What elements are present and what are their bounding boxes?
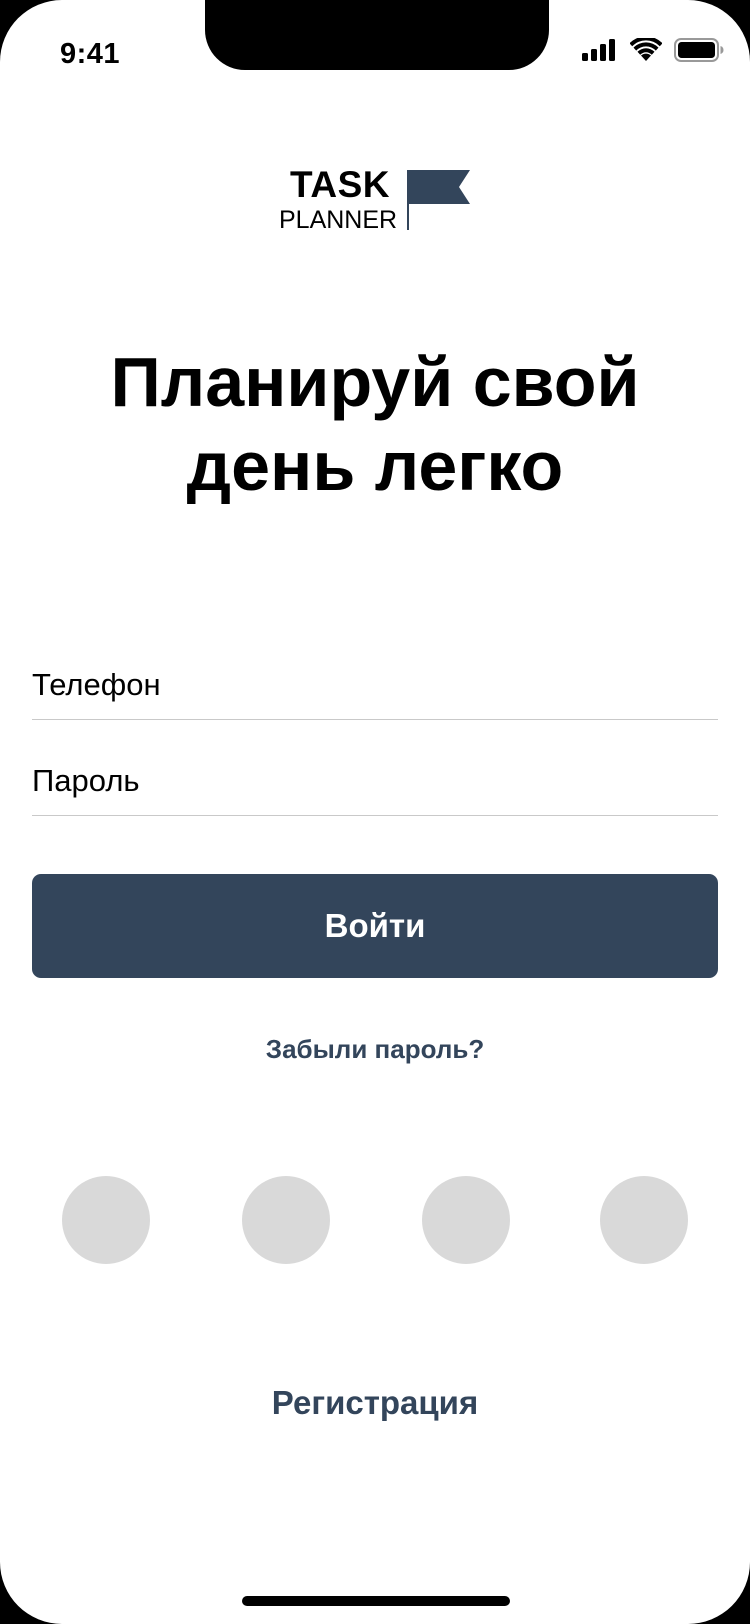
status-icons [582, 36, 724, 67]
password-field[interactable]: Пароль [32, 751, 718, 816]
social-login-button-2[interactable] [242, 1176, 330, 1264]
device-notch [205, 0, 549, 70]
app-logo: TASK PLANNER [279, 164, 479, 234]
page-title: Планируй свой день легко [0, 340, 750, 508]
social-login-row [0, 1176, 750, 1264]
phone-field[interactable]: Телефон [32, 655, 718, 720]
battery-icon [674, 38, 724, 67]
phone-screen: 9:41 TASK PLANNER Планируй свой день лег… [0, 0, 750, 1624]
flag-icon [407, 170, 471, 237]
page-title-line-2: день легко [186, 427, 564, 505]
phone-field-label: Телефон [32, 667, 161, 702]
logo-text-task: TASK [290, 164, 390, 205]
logo-text-planner: PLANNER [279, 206, 398, 234]
social-login-button-4[interactable] [600, 1176, 688, 1264]
register-link[interactable]: Регистрация [0, 1384, 750, 1422]
social-login-button-3[interactable] [422, 1176, 510, 1264]
login-button[interactable]: Войти [32, 874, 718, 978]
status-time: 9:41 [60, 38, 121, 70]
wifi-icon [629, 36, 663, 67]
password-field-label: Пароль [32, 763, 140, 798]
social-login-button-1[interactable] [62, 1176, 150, 1264]
home-indicator[interactable] [242, 1596, 510, 1606]
cellular-signal-icon [582, 39, 618, 66]
forgot-password-link[interactable]: Забыли пароль? [0, 1034, 750, 1065]
page-title-line-1: Планируй свой [110, 343, 640, 421]
